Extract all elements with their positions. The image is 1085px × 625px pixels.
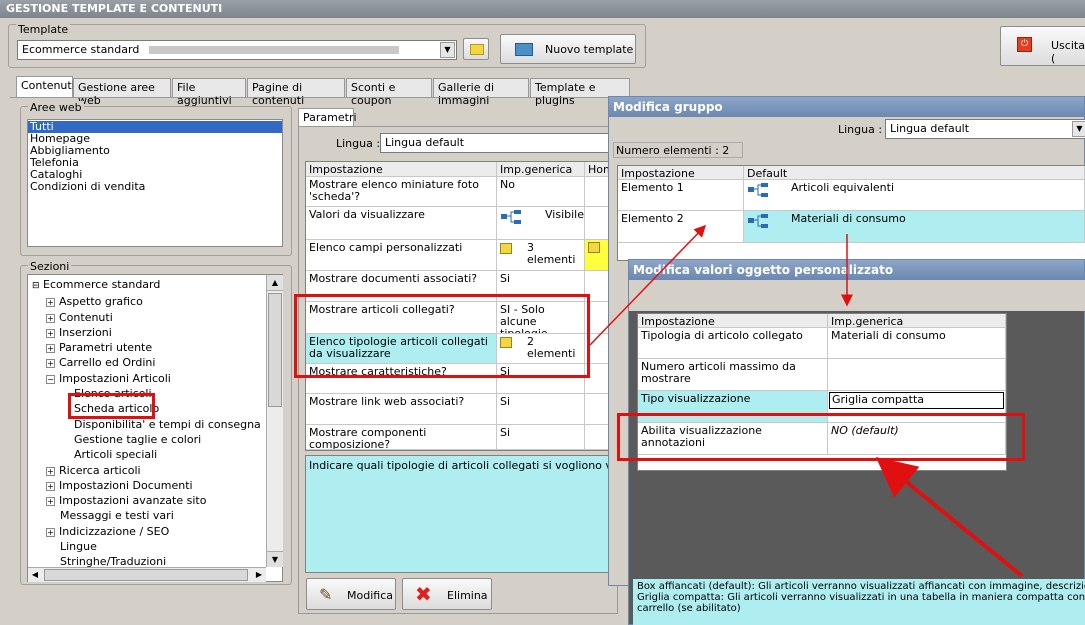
arrow-to-annotazioni bbox=[875, 456, 1024, 578]
annotation-arrows bbox=[589, 224, 1024, 578]
arrow-to-gruppo bbox=[589, 224, 707, 346]
